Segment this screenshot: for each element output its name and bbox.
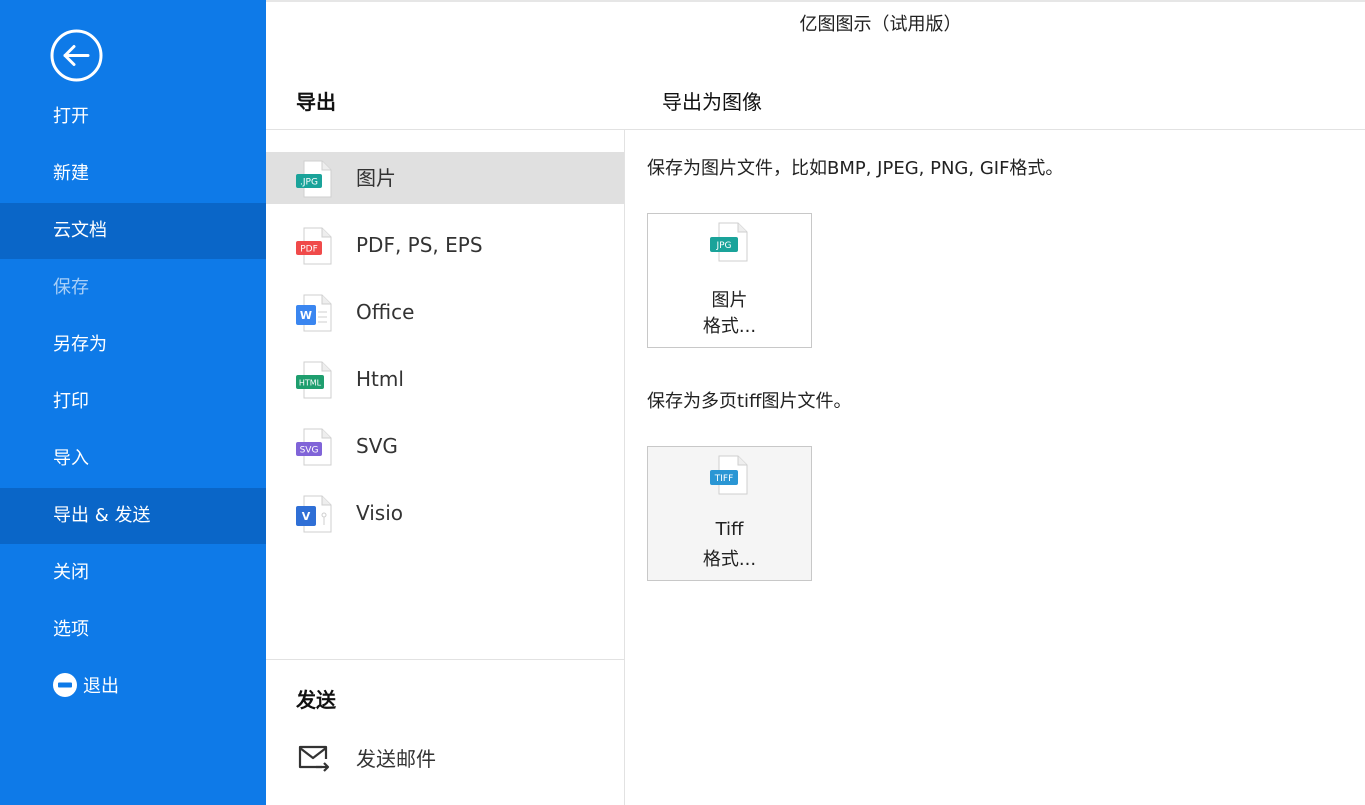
sidebar-item-exit[interactable]: 退出 xyxy=(0,659,266,715)
sidebar-item-label: 导入 xyxy=(53,448,89,469)
card-title: 图片 xyxy=(711,290,748,311)
sidebar-item-label: 新建 xyxy=(53,163,89,184)
sidebar-item-label: 打印 xyxy=(53,391,89,412)
sidebar-item-label: 打开 xyxy=(53,106,89,127)
sidebar-item-save[interactable]: 保存 xyxy=(0,260,266,316)
column-divider xyxy=(624,129,625,805)
sidebar-item-open[interactable]: 打开 xyxy=(0,89,266,145)
html-file-icon: HTML xyxy=(296,361,332,399)
sidebar-item-label: 另存为 xyxy=(53,334,107,355)
tiff-file-icon: TIFF xyxy=(710,455,748,495)
sidebar-item-label: 选项 xyxy=(53,619,89,640)
sidebar-item-save-as[interactable]: 另存为 xyxy=(0,317,266,373)
visio-file-icon: V xyxy=(296,495,332,533)
header-divider xyxy=(266,129,1365,130)
format-label: SVG xyxy=(356,434,398,458)
sidebar: 打开 新建 云文档 保存 另存为 打印 导入 导出 & 发送 关闭 选项 退出 xyxy=(0,0,266,805)
svg-file-icon: SVG xyxy=(296,428,332,466)
sidebar-item-options[interactable]: 选项 xyxy=(0,602,266,658)
format-label: Visio xyxy=(356,501,404,525)
exit-minus-icon xyxy=(53,673,77,697)
format-label: PDF, PS, EPS xyxy=(356,233,483,257)
format-label: Office xyxy=(356,300,415,324)
export-image-heading: 导出为图像 xyxy=(662,90,762,114)
svg-text:TIFF: TIFF xyxy=(714,474,734,484)
format-item-html[interactable]: HTML Html xyxy=(266,353,624,405)
svg-text:HTML: HTML xyxy=(299,379,322,388)
format-item-svg[interactable]: SVG SVG xyxy=(266,420,624,472)
format-item-visio[interactable]: V Visio xyxy=(266,487,624,539)
card-subtitle: 格式... xyxy=(702,316,757,337)
sidebar-item-export-send[interactable]: 导出 & 发送 xyxy=(0,488,266,544)
jpg-file-icon: .JPG xyxy=(296,160,332,198)
export-heading: 导出 xyxy=(296,90,336,114)
sidebar-item-import[interactable]: 导入 xyxy=(0,431,266,487)
format-label: Html xyxy=(356,367,404,391)
sidebar-item-label: 关闭 xyxy=(53,562,89,583)
word-file-icon: W xyxy=(296,294,332,332)
image-description: 保存为图片文件，比如BMP, JPEG, PNG, GIF格式。 xyxy=(647,158,1064,179)
send-email-item[interactable]: 发送邮件 xyxy=(266,733,624,785)
sidebar-item-new[interactable]: 新建 xyxy=(0,146,266,202)
image-format-button[interactable]: JPG 图片 格式... xyxy=(647,213,812,348)
svg-text:JPG: JPG xyxy=(715,241,731,251)
jpg-file-icon: JPG xyxy=(710,222,748,262)
send-divider xyxy=(266,659,624,660)
tiff-description: 保存为多页tiff图片文件。 xyxy=(647,391,852,412)
format-item-office[interactable]: W Office xyxy=(266,286,624,338)
svg-text:V: V xyxy=(302,510,311,523)
pdf-file-icon: PDF xyxy=(296,227,332,265)
back-arrow-icon[interactable] xyxy=(50,29,103,82)
send-email-label: 发送邮件 xyxy=(356,747,436,771)
sidebar-item-print[interactable]: 打印 xyxy=(0,374,266,430)
format-item-pdf[interactable]: PDF PDF, PS, EPS xyxy=(266,219,624,271)
format-item-image[interactable]: .JPG 图片 xyxy=(266,152,624,204)
sidebar-item-close[interactable]: 关闭 xyxy=(0,545,266,601)
sidebar-item-cloud[interactable]: 云文档 xyxy=(0,203,266,259)
sidebar-item-label: 云文档 xyxy=(53,220,107,241)
card-title: Tiff xyxy=(715,519,744,540)
send-mail-icon xyxy=(298,745,330,772)
tiff-format-button[interactable]: TIFF Tiff 格式... xyxy=(647,446,812,581)
top-border xyxy=(266,0,1365,2)
svg-text:PDF: PDF xyxy=(300,245,318,255)
sidebar-item-label: 导出 & 发送 xyxy=(53,505,151,526)
svg-text:.JPG: .JPG xyxy=(300,178,318,188)
sidebar-item-label: 保存 xyxy=(53,277,89,298)
window-title: 亿图图示（试用版） xyxy=(799,14,962,35)
svg-text:W: W xyxy=(300,309,312,322)
format-label: 图片 xyxy=(356,166,396,190)
svg-text:SVG: SVG xyxy=(300,446,319,456)
sidebar-item-label: 退出 xyxy=(83,676,119,697)
send-heading: 发送 xyxy=(296,688,336,712)
card-subtitle: 格式... xyxy=(702,549,757,570)
